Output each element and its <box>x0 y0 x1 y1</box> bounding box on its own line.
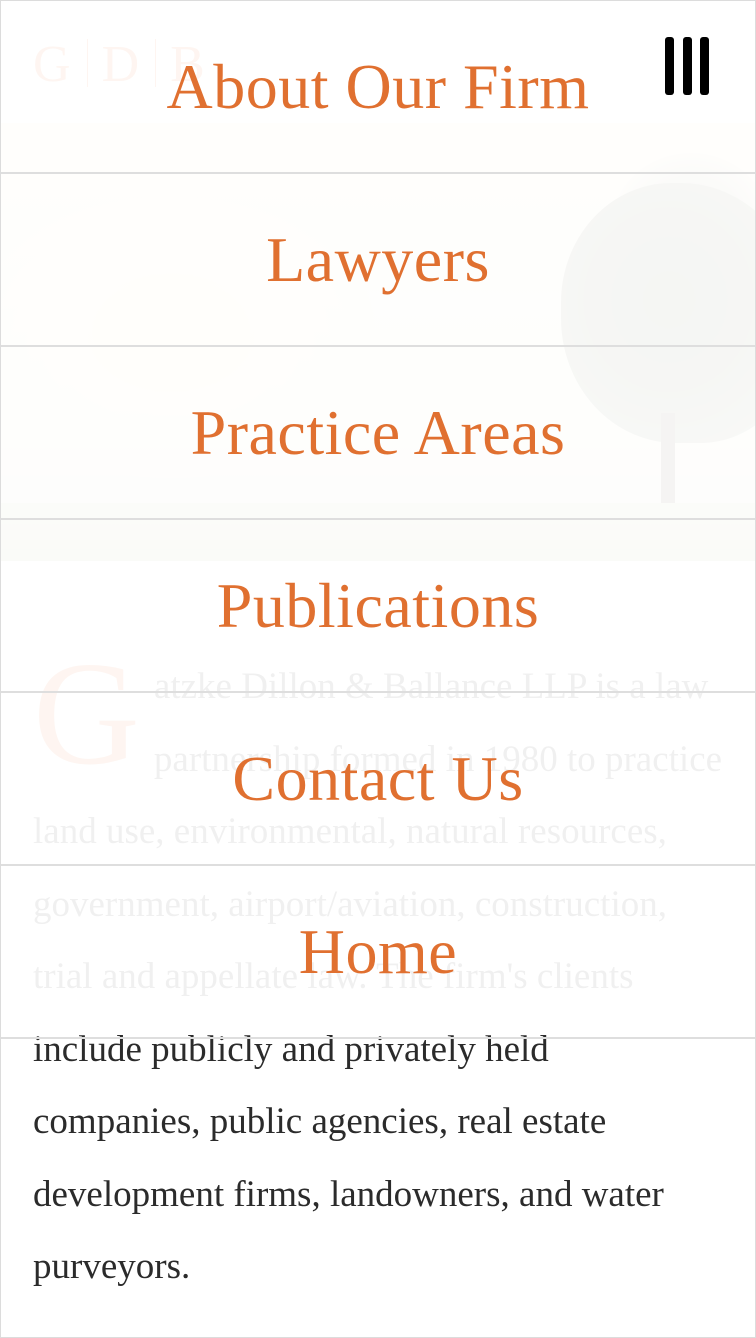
menu-item-contact[interactable]: Contact Us <box>1 693 755 866</box>
menu-item-publications[interactable]: Publications <box>1 520 755 693</box>
menu-item-home[interactable]: Home <box>1 866 755 1039</box>
menu-item-practice-areas[interactable]: Practice Areas <box>1 347 755 520</box>
menu-item-about[interactable]: About Our Firm <box>1 1 755 174</box>
menu-list: About Our Firm Lawyers Practice Areas Pu… <box>1 1 755 1039</box>
page: GDB Gatzke Dillon & Ballance LLP is a la… <box>0 0 756 1338</box>
mobile-menu: About Our Firm Lawyers Practice Areas Pu… <box>1 1 755 1039</box>
menu-icon <box>700 37 709 95</box>
menu-icon <box>682 37 692 95</box>
menu-toggle-button[interactable] <box>665 37 709 95</box>
menu-item-lawyers[interactable]: Lawyers <box>1 174 755 347</box>
menu-icon <box>665 37 674 95</box>
